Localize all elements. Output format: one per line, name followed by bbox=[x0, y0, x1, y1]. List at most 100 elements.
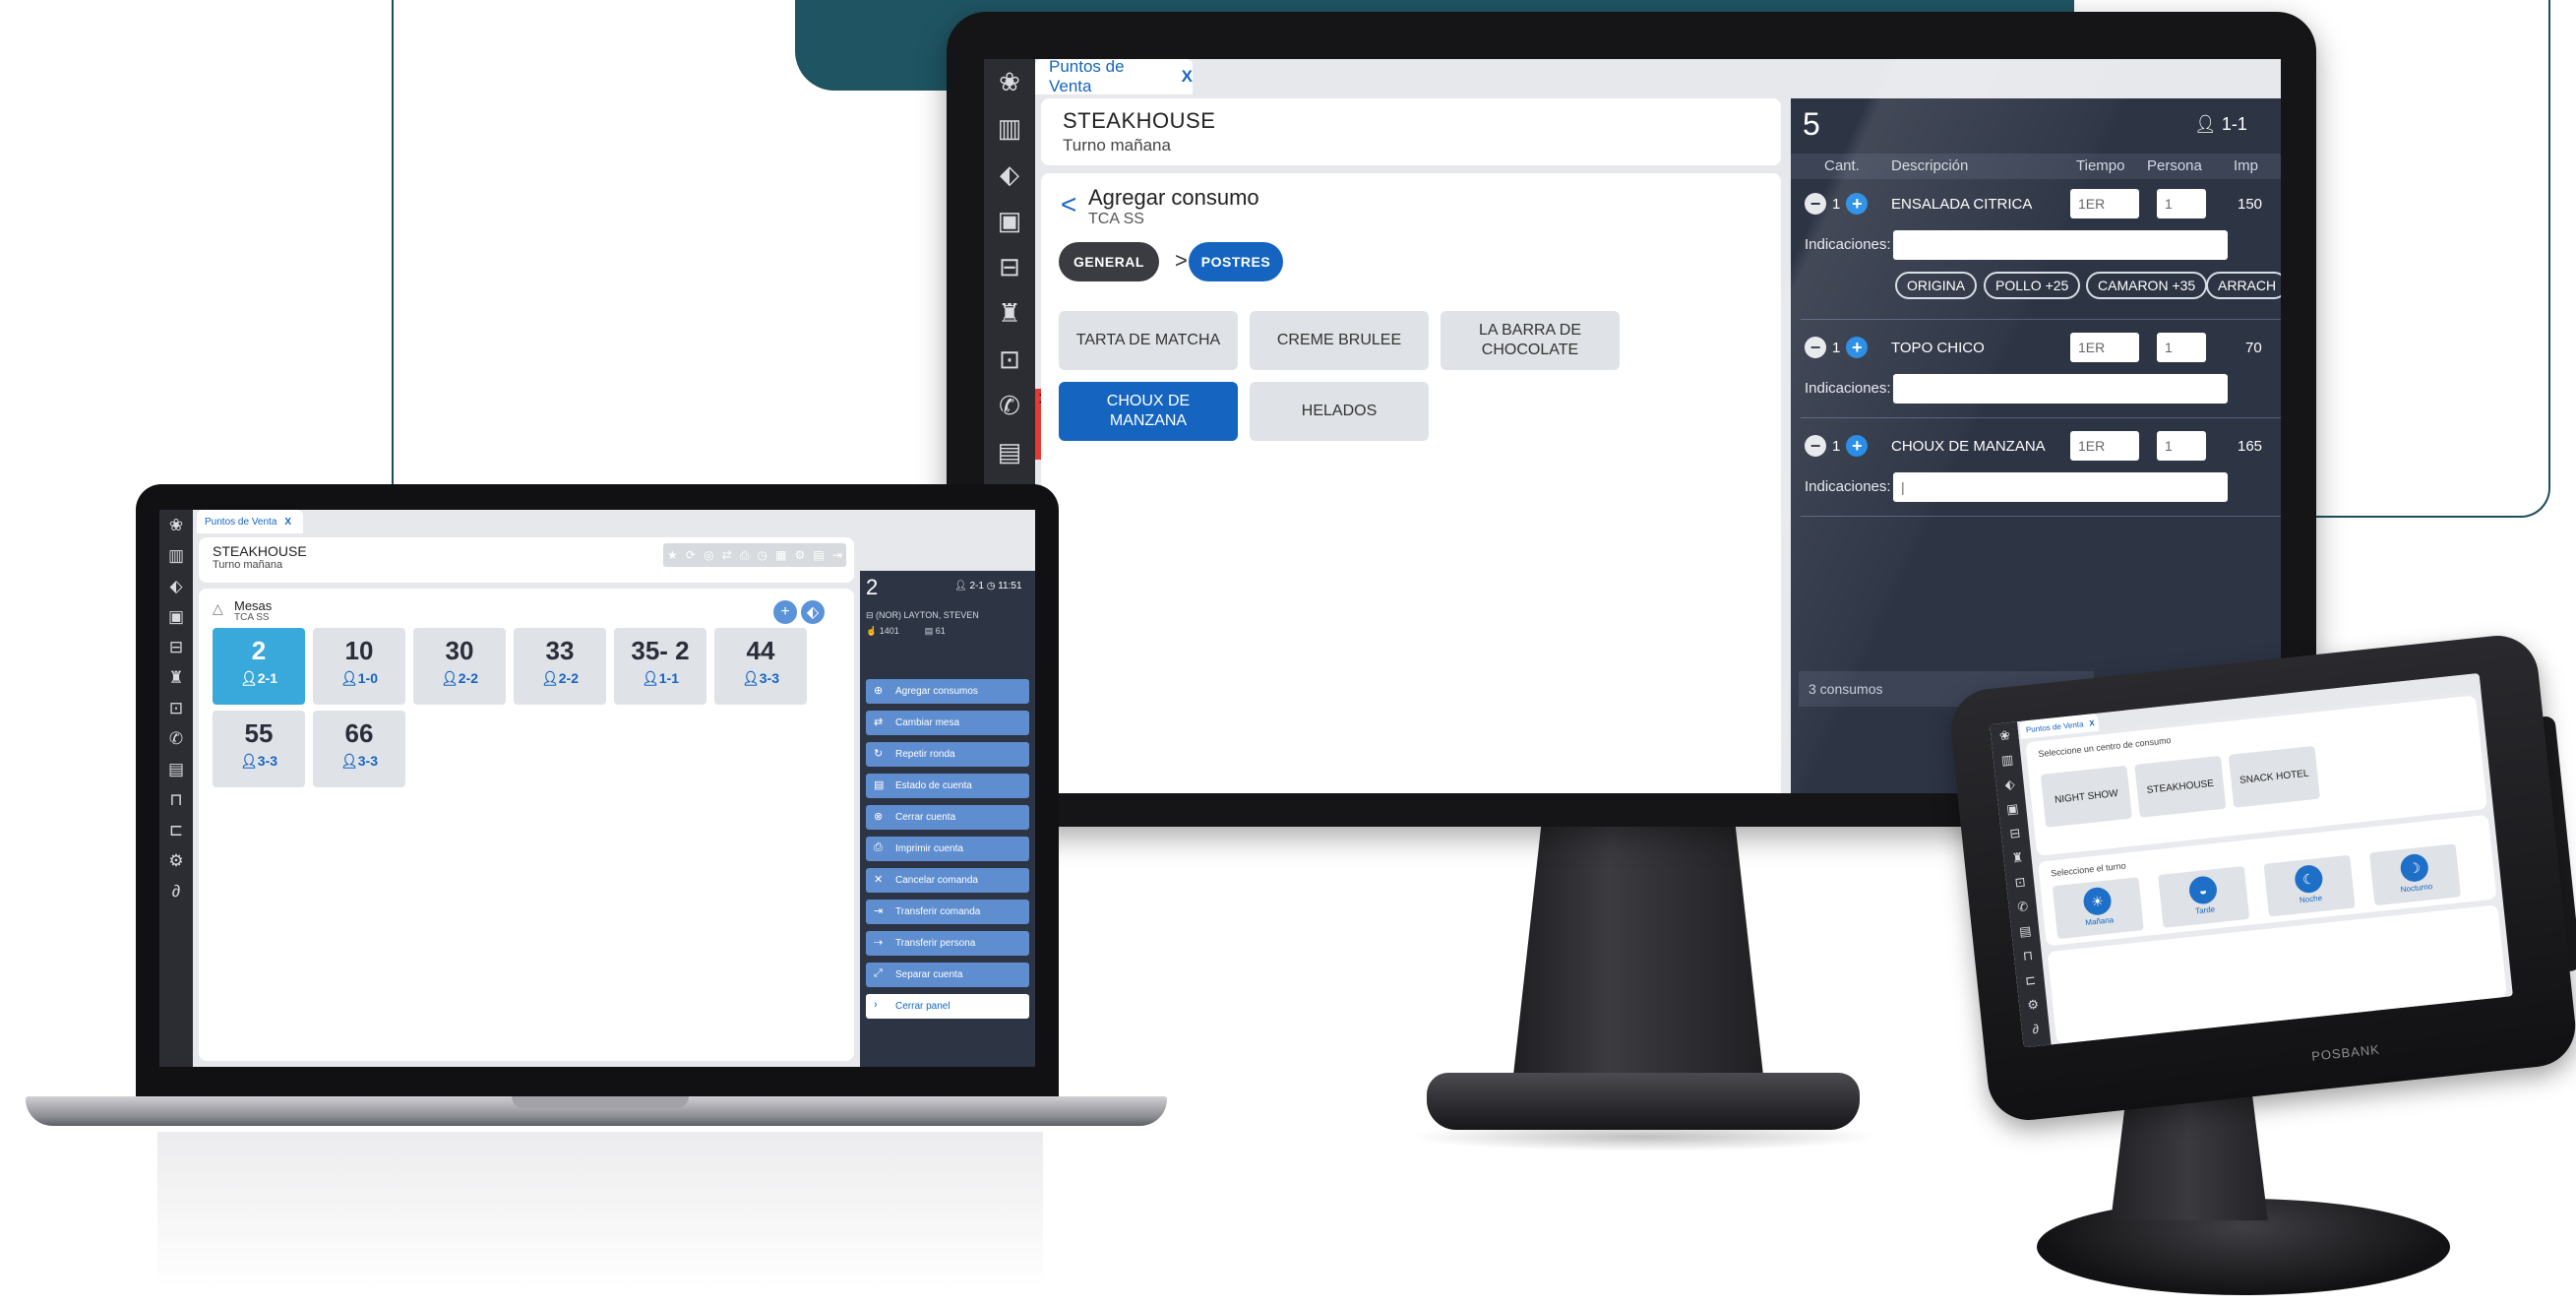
briefcase-icon[interactable]: ⊟ bbox=[984, 244, 1035, 290]
calculator-icon[interactable]: ▦ bbox=[775, 548, 786, 562]
center-option[interactable]: STEAKHOUSE bbox=[2134, 755, 2227, 818]
action-split-account[interactable]: ⤢ Separar cuenta bbox=[866, 963, 1029, 987]
chart-icon[interactable]: ▥ bbox=[1993, 746, 2022, 774]
bag-icon[interactable]: ⊓ bbox=[2013, 942, 2043, 969]
cash-register-icon[interactable]: ▤ bbox=[159, 754, 193, 784]
person-field[interactable]: 1 bbox=[2157, 431, 2206, 461]
document-icon[interactable]: ▤ bbox=[813, 548, 824, 562]
target-icon[interactable]: ◎ bbox=[704, 548, 713, 562]
product-button[interactable]: CREME BRULEE bbox=[1250, 311, 1429, 370]
refresh-icon[interactable]: ⟳ bbox=[686, 548, 696, 562]
person-field[interactable]: 1 bbox=[2157, 333, 2206, 362]
plus-icon[interactable]: + bbox=[1846, 435, 1869, 457]
table-tile[interactable]: 10 👤︎1-0 bbox=[313, 628, 405, 705]
action-close-panel[interactable]: › Cerrar panel bbox=[866, 994, 1029, 1019]
exit-icon[interactable]: ⇥ bbox=[832, 548, 842, 562]
product-button[interactable]: HELADOS bbox=[1250, 382, 1429, 441]
briefcase-icon[interactable]: ⊟ bbox=[2000, 820, 2030, 847]
cash-register-icon[interactable]: ▤ bbox=[984, 429, 1035, 475]
time-field[interactable]: 1ER bbox=[2070, 333, 2139, 362]
action-transfer-order[interactable]: ⇥ Transferir comanda bbox=[866, 900, 1029, 924]
modifier-chip[interactable]: ORIGINA bbox=[1895, 272, 1978, 299]
action-transfer-person[interactable]: ⇢ Transferir persona bbox=[866, 931, 1029, 956]
phone-icon[interactable]: ✆ bbox=[984, 383, 1035, 429]
tag-icon[interactable]: ⬖ bbox=[801, 600, 825, 624]
indications-input[interactable] bbox=[1893, 230, 2228, 260]
table-tile[interactable]: 35- 2 👤︎1-1 bbox=[614, 628, 706, 705]
close-icon[interactable]: X bbox=[2089, 718, 2095, 728]
star-icon[interactable]: ★ bbox=[667, 548, 678, 562]
cash-register-icon[interactable]: ▤ bbox=[2010, 917, 2040, 945]
transfer-icon[interactable]: ⇄ bbox=[722, 548, 732, 562]
minus-icon[interactable]: − bbox=[1805, 337, 1826, 358]
gear-icon[interactable]: ⚙ bbox=[795, 548, 806, 562]
product-button-selected[interactable]: CHOUX DE MANZANA bbox=[1059, 382, 1238, 441]
tab-puntos-de-venta[interactable]: Puntos de Venta X bbox=[197, 510, 303, 533]
clipboard-icon[interactable]: ⊡ bbox=[159, 693, 193, 723]
close-icon[interactable]: X bbox=[284, 517, 291, 528]
modifier-chip[interactable]: ARRACH bbox=[2206, 272, 2281, 299]
clip-icon[interactable]: ∂ bbox=[159, 876, 193, 906]
table-tile[interactable]: 44 👤︎3-3 bbox=[714, 628, 807, 705]
phone-icon[interactable]: ✆ bbox=[159, 723, 193, 754]
clipboard-icon[interactable]: ⊡ bbox=[2005, 868, 2035, 896]
timer-icon[interactable]: ◷ bbox=[758, 548, 767, 562]
calendar-icon[interactable]: ▣ bbox=[984, 198, 1035, 244]
calendar-icon[interactable]: ▣ bbox=[1997, 795, 2027, 823]
modifier-chip[interactable]: POLLO +25 bbox=[1984, 272, 2081, 299]
tab-puntos-de-venta[interactable]: Puntos de Venta X bbox=[1035, 59, 1193, 95]
crumb-general[interactable]: GENERAL bbox=[1059, 242, 1159, 281]
chart-icon[interactable]: ▥ bbox=[159, 540, 193, 571]
print-icon[interactable]: ⎙ bbox=[740, 548, 750, 563]
indications-input-focused[interactable]: | bbox=[1893, 472, 2228, 502]
lotus-icon[interactable]: ❀ bbox=[1990, 721, 2019, 749]
plus-icon[interactable]: + bbox=[1846, 337, 1869, 358]
lotus-icon[interactable]: ❀ bbox=[159, 510, 193, 540]
chef-icon[interactable]: ♜ bbox=[2002, 844, 2032, 872]
crumb-postres[interactable]: POSTRES bbox=[1189, 242, 1283, 281]
person-field[interactable]: 1 bbox=[2157, 189, 2206, 218]
shift-option[interactable]: ◒ Tarde bbox=[2158, 865, 2250, 928]
product-button[interactable]: LA BARRA DE CHOCOLATE bbox=[1441, 311, 1620, 370]
table-tile[interactable]: 30 👤︎2-2 bbox=[413, 628, 506, 705]
shift-option[interactable]: ☽ Nocturno bbox=[2368, 843, 2462, 906]
table-tile[interactable]: 55 👤︎3-3 bbox=[213, 711, 305, 787]
phone-icon[interactable]: ✆ bbox=[2007, 893, 2037, 920]
action-change-table[interactable]: ⇄ Cambiar mesa bbox=[866, 711, 1029, 735]
shift-option[interactable]: ☾ Noche bbox=[2263, 854, 2356, 917]
chef-icon[interactable]: ♜ bbox=[984, 290, 1035, 337]
minus-icon[interactable]: − bbox=[1805, 193, 1826, 215]
chef-icon[interactable]: ♜ bbox=[159, 662, 193, 693]
product-button[interactable]: TARTA DE MATCHA bbox=[1059, 311, 1238, 370]
tag-icon[interactable]: ⬖ bbox=[984, 152, 1035, 198]
lotus-icon[interactable]: ❀ bbox=[984, 59, 1035, 105]
calendar-icon[interactable]: ▣ bbox=[159, 601, 193, 632]
back-arrow-icon[interactable]: < bbox=[1061, 189, 1076, 220]
action-cancel-order[interactable]: ✕ Cancelar comanda bbox=[866, 868, 1029, 893]
action-repeat-round[interactable]: ↻ Repetir ronda bbox=[866, 742, 1029, 767]
table-tile-selected[interactable]: 2 👤︎2-1 bbox=[213, 628, 305, 705]
action-close-account[interactable]: ⊗ Cerrar cuenta bbox=[866, 805, 1029, 830]
plus-icon[interactable]: + bbox=[1846, 193, 1869, 215]
action-add-consumption[interactable]: ⊕ Agregar consumos bbox=[866, 679, 1029, 704]
close-icon[interactable]: X bbox=[1182, 67, 1193, 87]
center-option[interactable]: NIGHT SHOW bbox=[2040, 765, 2132, 828]
action-print-account[interactable]: ⎙ Imprimir cuenta bbox=[866, 837, 1029, 861]
center-option[interactable]: SNACK HOTEL bbox=[2228, 745, 2320, 808]
chart-icon[interactable]: ▥ bbox=[984, 105, 1035, 152]
settings-icon[interactable]: ⚙ bbox=[159, 845, 193, 876]
bag-icon[interactable]: ⊓ bbox=[159, 784, 193, 815]
clipboard-icon[interactable]: ⊡ bbox=[984, 337, 1035, 383]
table-tile[interactable]: 66 👤︎3-3 bbox=[313, 711, 405, 787]
bus-icon[interactable]: ⊏ bbox=[2015, 966, 2045, 994]
settings-icon[interactable]: ⚙ bbox=[2018, 991, 2048, 1019]
minus-icon[interactable]: − bbox=[1805, 435, 1826, 457]
tag-icon[interactable]: ⬖ bbox=[159, 571, 193, 601]
indications-input[interactable] bbox=[1893, 374, 2228, 404]
table-tile[interactable]: 33 👤︎2-2 bbox=[514, 628, 606, 705]
tag-icon[interactable]: ⬖ bbox=[1994, 771, 2024, 798]
shift-option[interactable]: ☀ Mañana bbox=[2052, 877, 2144, 940]
modifier-chip[interactable]: CAMARON +35 bbox=[2086, 272, 2208, 299]
add-table-button[interactable]: + bbox=[773, 600, 797, 624]
action-account-state[interactable]: ▤ Estado de cuenta bbox=[866, 774, 1029, 798]
